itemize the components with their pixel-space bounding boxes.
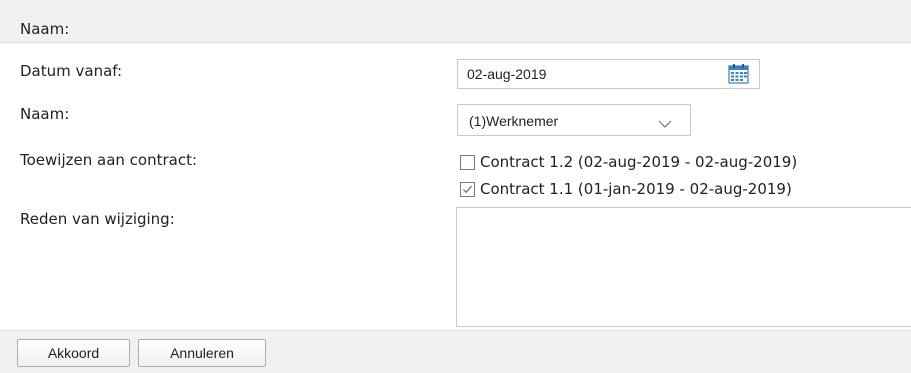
header-title: Naam: [20, 20, 70, 38]
dialog-header: Naam: [0, 0, 911, 43]
date-from-label: Datum vanaf: [20, 62, 123, 80]
contract-option[interactable]: Contract 1.2 (02-aug-2019 - 02-aug-2019) [460, 152, 797, 172]
name-select-value: (1)Werknemer [469, 113, 559, 129]
contract-1-1-checkbox[interactable] [460, 181, 475, 197]
contract-1-2-checkbox[interactable] [460, 154, 475, 170]
date-from-value: 02-aug-2019 [467, 66, 547, 82]
calendar-icon[interactable] [728, 64, 749, 84]
contract-option-label: Contract 1.1 (01-jan-2019 - 02-aug-2019) [480, 180, 792, 198]
name-select[interactable]: (1)Werknemer [457, 104, 691, 136]
name-label: Naam: [20, 105, 70, 123]
assign-contract-label: Toewijzen aan contract: [20, 151, 198, 169]
date-from-input[interactable]: 02-aug-2019 [457, 59, 760, 89]
contract-option[interactable]: Contract 1.1 (01-jan-2019 - 02-aug-2019) [460, 179, 792, 199]
chevron-down-icon [658, 115, 672, 128]
ok-button[interactable]: Akkoord [17, 339, 130, 367]
checkmark-icon [463, 185, 472, 193]
dialog-footer: Akkoord Annuleren [0, 330, 911, 373]
contract-option-label: Contract 1.2 (02-aug-2019 - 02-aug-2019) [480, 153, 798, 171]
change-reason-label: Reden van wijziging: [20, 210, 175, 228]
change-reason-textarea[interactable] [456, 207, 911, 327]
cancel-button[interactable]: Annuleren [138, 339, 266, 367]
